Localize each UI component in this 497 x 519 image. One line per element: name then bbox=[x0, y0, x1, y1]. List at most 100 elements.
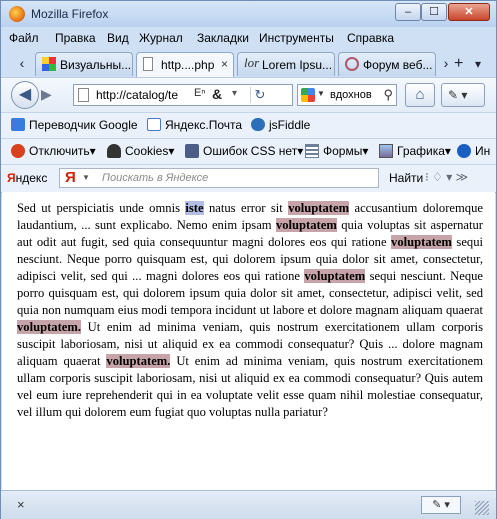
mail-icon bbox=[147, 118, 161, 131]
grid-icon bbox=[42, 57, 56, 71]
dev-forms-menu[interactable]: Формы▾ bbox=[305, 144, 368, 158]
ampersand-icon[interactable]: & bbox=[212, 86, 222, 102]
web-developer-toolbar: Отключить▾ Cookies▾ Ошибок CSS нет▾ Форм… bbox=[1, 138, 496, 165]
page-icon bbox=[78, 88, 89, 102]
menu-bar: Файл Правка Вид Журнал Закладки Инструме… bbox=[1, 27, 496, 49]
menu-history[interactable]: Журнал bbox=[139, 31, 183, 45]
navigation-toolbar: ◀ ▶ http://catalog/te Eⁿ & ▾ ↻ ▼ вдохнов… bbox=[1, 77, 496, 112]
firefox-logo-icon bbox=[9, 6, 25, 22]
highlighted-keyword: voluptatem bbox=[391, 235, 452, 249]
tab-close-icon[interactable]: × bbox=[221, 57, 228, 71]
dev-label: Формы▾ bbox=[323, 144, 369, 158]
dev-info-menu[interactable]: Ин bbox=[457, 144, 490, 158]
resize-grip-icon[interactable] bbox=[475, 501, 489, 515]
text-segment: natus error sit bbox=[203, 201, 289, 215]
tab-visual[interactable]: Визуальны... bbox=[35, 52, 133, 76]
magnifier-icon[interactable]: ⚲ bbox=[383, 87, 393, 103]
translate-icon bbox=[11, 118, 25, 131]
dev-cookies-menu[interactable]: Cookies▾ bbox=[107, 144, 174, 158]
bookmark-jsfiddle[interactable]: jsFiddle bbox=[251, 118, 310, 132]
highlighted-keyword: voluptatem. bbox=[106, 354, 171, 368]
tab-bar: ‹ Визуальны... http....php × lor Lorem I… bbox=[1, 49, 496, 77]
browser-window: Mozilla Firefox – ☐ ✕ Файл Правка Вид Жу… bbox=[0, 0, 497, 519]
yandex-logo[interactable]: Яндекс bbox=[7, 171, 47, 185]
minimize-button[interactable]: – bbox=[395, 3, 421, 21]
yandex-find-button[interactable]: Найти bbox=[389, 171, 423, 185]
highlighted-keyword: voluptatem bbox=[275, 218, 337, 232]
menu-view[interactable]: Вид bbox=[107, 31, 129, 45]
search-engine-dropdown-icon[interactable]: ▼ bbox=[317, 89, 325, 98]
bookmark-label: Переводчик Google bbox=[29, 118, 138, 132]
search-box[interactable]: ▼ вдохнов ⚲ bbox=[297, 84, 397, 106]
tab-scroll-left-icon[interactable]: ‹ bbox=[15, 54, 29, 72]
dev-label: Ошибок CSS нет▾ bbox=[203, 144, 304, 158]
highlighted-keyword: voluptatem bbox=[304, 269, 366, 283]
highlighted-keyword: voluptatem bbox=[288, 201, 350, 215]
reload-icon[interactable]: ↻ bbox=[250, 87, 269, 103]
bookmark-yandex-mail[interactable]: Яндекс.Почта bbox=[147, 118, 242, 132]
tab-list-button[interactable]: ▾ bbox=[475, 57, 481, 71]
highlighted-keyword: voluptatem. bbox=[17, 320, 82, 334]
dev-label: Ин bbox=[475, 144, 491, 158]
yandex-extras-icon[interactable]: ⁝ ♢ ▾ ≫ bbox=[425, 170, 468, 184]
dev-disable-menu[interactable]: Отключить▾ bbox=[11, 144, 96, 158]
maximize-button[interactable]: ☐ bbox=[421, 3, 447, 21]
bookmark-label: jsFiddle bbox=[269, 118, 311, 132]
lorem-icon: lor bbox=[244, 55, 260, 70]
new-tab-button[interactable]: + bbox=[454, 55, 463, 73]
menu-tools[interactable]: Инструменты bbox=[259, 31, 334, 45]
search-input[interactable]: вдохнов bbox=[330, 89, 380, 101]
dev-label: Отключить▾ bbox=[29, 144, 96, 158]
bookmark-label: Яндекс.Почта bbox=[165, 118, 243, 132]
menu-file[interactable]: Файл bbox=[9, 31, 39, 45]
yandex-dropdown-icon[interactable]: ▼ bbox=[82, 173, 90, 182]
tab-label: Форум веб... bbox=[363, 58, 433, 72]
addon-bar-close-icon[interactable]: × bbox=[17, 497, 25, 512]
forward-button[interactable]: ▶ bbox=[41, 86, 52, 103]
bookmark-google-translate[interactable]: Переводчик Google bbox=[11, 118, 138, 132]
window-title: Mozilla Firefox bbox=[31, 7, 109, 21]
yandex-toolbar: Яндекс Я ▼ Поискать в Яндексе Найти ⁝ ♢ … bbox=[1, 164, 496, 193]
url-text[interactable]: http://catalog/te bbox=[96, 88, 191, 102]
url-bar[interactable]: http://catalog/te Eⁿ & ▾ ↻ bbox=[73, 84, 293, 106]
addon-button[interactable]: ✎ ▾ bbox=[441, 83, 485, 107]
url-dropdown-icon[interactable]: ▾ bbox=[232, 88, 237, 99]
tab-forum[interactable]: Форум веб... bbox=[338, 52, 436, 76]
page-content: Sed ut perspiciatis unde omnis iste natu… bbox=[2, 192, 495, 490]
cloud-icon bbox=[251, 118, 265, 131]
yandex-logo-rest: ндекс bbox=[15, 171, 48, 185]
menu-bookmarks[interactable]: Закладки bbox=[197, 31, 249, 45]
page-icon bbox=[143, 57, 153, 71]
tab-lorem[interactable]: lor Lorem Ipsu... bbox=[237, 52, 335, 76]
tab-catalog[interactable]: http....php × bbox=[136, 52, 234, 77]
forum-icon bbox=[345, 57, 359, 71]
forms-icon bbox=[305, 144, 319, 158]
menu-edit[interactable]: Правка bbox=[55, 31, 96, 45]
status-tool-button[interactable]: ✎ ▾ bbox=[421, 496, 461, 514]
css-icon bbox=[185, 144, 199, 158]
yandex-search-input[interactable]: Я ▼ Поискать в Яндексе bbox=[59, 168, 379, 188]
yandex-logo-letter: Я bbox=[7, 171, 16, 185]
tab-label: Визуальны... bbox=[60, 58, 132, 72]
text-segment: Sed ut perspiciatis unde omnis bbox=[17, 201, 186, 215]
dev-label: Cookies▾ bbox=[125, 144, 175, 158]
tab-scroll-right-icon[interactable]: › bbox=[439, 54, 453, 72]
translate-icon[interactable]: Eⁿ bbox=[194, 87, 205, 99]
bookmarks-toolbar: Переводчик Google Яндекс.Почта jsFiddle bbox=[1, 112, 496, 139]
yandex-y-icon: Я bbox=[65, 169, 76, 186]
yandex-placeholder: Поискать в Яндексе bbox=[102, 172, 209, 184]
highlighted-keyword-selected: iste bbox=[185, 201, 204, 215]
back-button[interactable]: ◀ bbox=[11, 81, 39, 109]
close-window-button[interactable]: ✕ bbox=[448, 3, 490, 21]
home-button[interactable]: ⌂ bbox=[405, 83, 435, 107]
title-bar: Mozilla Firefox – ☐ ✕ bbox=[1, 1, 496, 27]
info-icon bbox=[457, 144, 471, 158]
google-icon[interactable] bbox=[301, 88, 315, 102]
menu-help[interactable]: Справка bbox=[347, 31, 394, 45]
tab-label: Lorem Ipsu... bbox=[262, 58, 333, 72]
dev-css-menu[interactable]: Ошибок CSS нет▾ bbox=[185, 144, 303, 158]
dev-label: Графика▾ bbox=[397, 144, 451, 158]
dev-images-menu[interactable]: Графика▾ bbox=[379, 144, 451, 158]
tab-label: http....php bbox=[161, 58, 215, 72]
status-bar: × ✎ ▾ bbox=[1, 490, 496, 519]
